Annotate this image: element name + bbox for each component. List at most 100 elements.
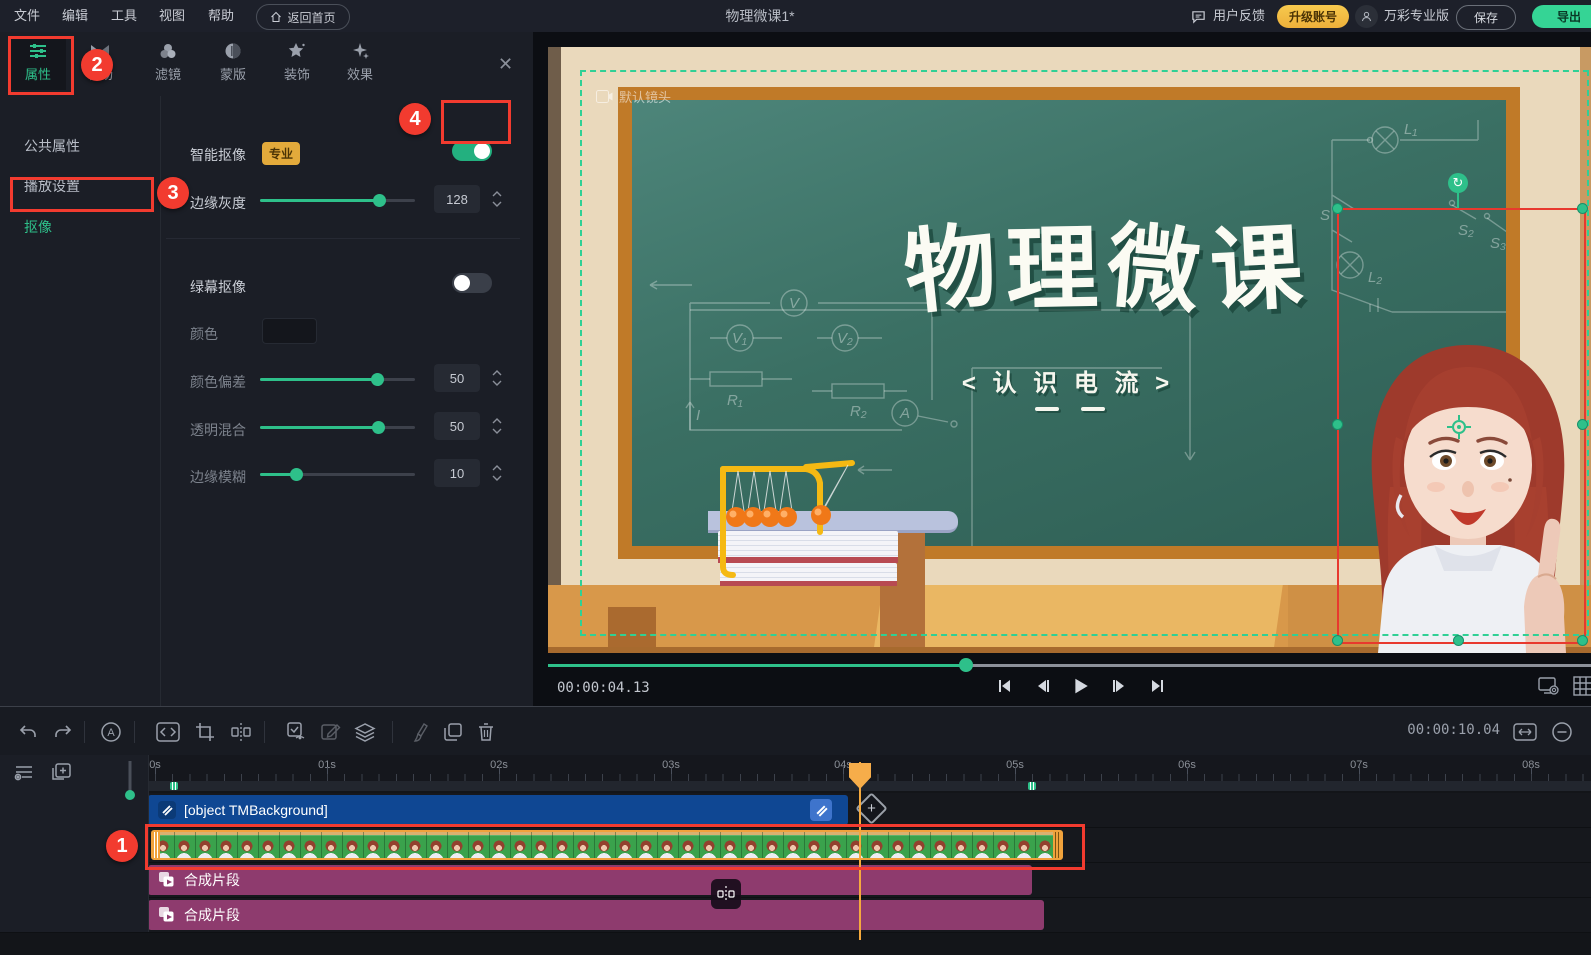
toolbar-separator bbox=[392, 721, 393, 743]
next-frame-button[interactable] bbox=[1107, 674, 1131, 698]
timeline-marker[interactable] bbox=[170, 782, 178, 790]
delete-icon[interactable] bbox=[473, 719, 499, 745]
skip-start-button[interactable] bbox=[993, 674, 1017, 698]
color-dev-slider[interactable] bbox=[260, 372, 415, 386]
chalk-label-r1: R₁ bbox=[727, 392, 743, 409]
track-manager-icon[interactable] bbox=[14, 763, 34, 781]
copy-icon[interactable] bbox=[440, 719, 466, 745]
grid-view-icon[interactable] bbox=[1573, 676, 1591, 696]
composite-clip-2[interactable]: 合成片段 bbox=[148, 865, 1032, 895]
annotation-step-1: 1 bbox=[106, 830, 138, 862]
document-title: 物理微课1* bbox=[660, 0, 860, 32]
resize-handle-e[interactable] bbox=[1577, 419, 1588, 430]
edge-gray-spinner[interactable] bbox=[490, 185, 504, 213]
timeline-marker[interactable] bbox=[1028, 782, 1036, 790]
undo-icon[interactable] bbox=[15, 719, 41, 745]
preview-progress-knob[interactable] bbox=[959, 658, 973, 672]
tab-masks[interactable]: 蒙版 bbox=[205, 38, 261, 90]
resize-handle-w[interactable] bbox=[1332, 419, 1343, 430]
panel-side-nav: 公共属性 播放设置 抠像 bbox=[0, 96, 161, 706]
resize-handle-ne[interactable] bbox=[1577, 203, 1588, 214]
tab-effects[interactable]: 效果 bbox=[332, 38, 388, 90]
track-height-slider[interactable] bbox=[124, 759, 130, 799]
clip-right-handle[interactable] bbox=[1053, 832, 1061, 858]
menu-file[interactable]: 文件 bbox=[14, 0, 40, 32]
color-dev-value[interactable]: 50 bbox=[434, 364, 480, 392]
alpha-blend-slider[interactable] bbox=[260, 420, 415, 434]
layers-icon[interactable] bbox=[352, 719, 378, 745]
menu-view[interactable]: 视图 bbox=[159, 0, 185, 32]
code-mode-icon[interactable] bbox=[155, 719, 181, 745]
edge-blur-slider[interactable] bbox=[260, 467, 415, 481]
menu-help[interactable]: 帮助 bbox=[208, 0, 234, 32]
alpha-blend-value[interactable]: 50 bbox=[434, 412, 480, 440]
menu-tools[interactable]: 工具 bbox=[111, 0, 137, 32]
background-clip[interactable]: [object TMBackground] bbox=[148, 795, 848, 825]
upgrade-account-button[interactable]: 升级账号 bbox=[1277, 5, 1349, 28]
zoom-out-icon[interactable] bbox=[1549, 719, 1575, 745]
nav-matting[interactable]: 抠像 bbox=[24, 217, 52, 237]
edge-blur-value[interactable]: 10 bbox=[434, 459, 480, 487]
alpha-blend-spinner[interactable] bbox=[490, 412, 504, 440]
edition-label: 万彩专业版 bbox=[1384, 0, 1449, 32]
resize-handle-nw[interactable] bbox=[1332, 203, 1343, 214]
green-screen-toggle[interactable] bbox=[452, 273, 492, 293]
ruler-marker-strip bbox=[148, 781, 1591, 791]
crop-icon[interactable] bbox=[192, 719, 218, 745]
track-row-background: 背景 [object TMBackground] + bbox=[0, 793, 1591, 828]
split-icon[interactable] bbox=[228, 719, 254, 745]
track-row-2: ❯ 轨道2 合成片段 bbox=[0, 863, 1591, 898]
skip-end-button[interactable] bbox=[1145, 674, 1169, 698]
key-color-swatch[interactable] bbox=[262, 318, 317, 344]
scene-canvas[interactable]: V V₁ V₂ R₁ R₂ A I L₁ L₂ S S₂ S₃ 物理微课 < 认… bbox=[548, 47, 1591, 653]
menu-edit[interactable]: 编辑 bbox=[62, 0, 88, 32]
fit-timeline-icon[interactable] bbox=[1512, 719, 1538, 745]
tab-properties[interactable]: 属性 bbox=[10, 38, 66, 90]
close-panel-icon[interactable]: ✕ bbox=[498, 54, 513, 75]
smart-matting-label: 智能抠像 bbox=[190, 145, 246, 165]
tab-effects-label: 效果 bbox=[347, 64, 373, 83]
app-window: 文件 编辑 工具 视图 帮助 返回首页 物理微课1* 用户反馈 升级账号 万彩专… bbox=[0, 0, 1591, 955]
preview-stage: V V₁ V₂ R₁ R₂ A I L₁ L₂ S S₂ S₃ 物理微课 < 认… bbox=[533, 32, 1591, 706]
smart-matting-toggle[interactable] bbox=[452, 141, 492, 161]
edge-blur-spinner[interactable] bbox=[490, 459, 504, 487]
tab-filters[interactable]: 滤镜 bbox=[140, 38, 196, 90]
rotate-handle[interactable]: ↻ bbox=[1448, 173, 1468, 193]
auto-subtitle-icon[interactable]: A bbox=[98, 719, 124, 745]
annotation-step-3: 3 bbox=[157, 177, 189, 209]
composite-clip-1[interactable]: 合成片段 bbox=[148, 900, 1044, 930]
clip-left-handle[interactable] bbox=[153, 832, 160, 858]
select-check-icon[interactable] bbox=[284, 719, 310, 745]
anchor-crosshair[interactable] bbox=[1447, 415, 1471, 439]
add-keyframe-diamond[interactable] bbox=[855, 792, 888, 825]
toolbar-separator bbox=[264, 721, 265, 743]
back-home-button[interactable]: 返回首页 bbox=[256, 4, 350, 30]
nav-common-properties[interactable]: 公共属性 bbox=[24, 136, 80, 156]
snapshot-icon[interactable] bbox=[1538, 676, 1560, 696]
resize-handle-s[interactable] bbox=[1453, 635, 1464, 646]
track-row-3: ❯ 轨道3 bbox=[0, 828, 1591, 863]
subtitle-dashes bbox=[1035, 407, 1105, 411]
avatar-video-clip[interactable] bbox=[151, 830, 1063, 860]
feedback-button[interactable]: 用户反馈 bbox=[1213, 0, 1265, 32]
user-avatar-icon[interactable] bbox=[1355, 5, 1378, 28]
newtons-cradle bbox=[688, 417, 918, 587]
export-button[interactable]: 导出 bbox=[1532, 5, 1591, 28]
format-brush-icon[interactable] bbox=[408, 719, 434, 745]
edge-gray-slider[interactable] bbox=[260, 193, 415, 207]
edge-gray-value[interactable]: 128 bbox=[434, 185, 480, 213]
prev-frame-button[interactable] bbox=[1031, 674, 1055, 698]
nav-playback-settings[interactable]: 播放设置 bbox=[24, 176, 80, 196]
color-dev-spinner[interactable] bbox=[490, 364, 504, 392]
add-track-icon[interactable] bbox=[52, 763, 71, 781]
save-button[interactable]: 保存 bbox=[1456, 5, 1516, 30]
composite-clip-1-label: 合成片段 bbox=[184, 900, 240, 930]
resize-handle-se[interactable] bbox=[1577, 635, 1588, 646]
transport-controls bbox=[993, 674, 1169, 698]
play-button[interactable] bbox=[1069, 674, 1093, 698]
redo-icon[interactable] bbox=[50, 719, 76, 745]
background-clip-badge-icon[interactable] bbox=[810, 799, 832, 821]
tab-decorations[interactable]: 装饰 bbox=[269, 38, 325, 90]
edit-clip-icon[interactable] bbox=[318, 719, 344, 745]
resize-handle-sw[interactable] bbox=[1332, 635, 1343, 646]
